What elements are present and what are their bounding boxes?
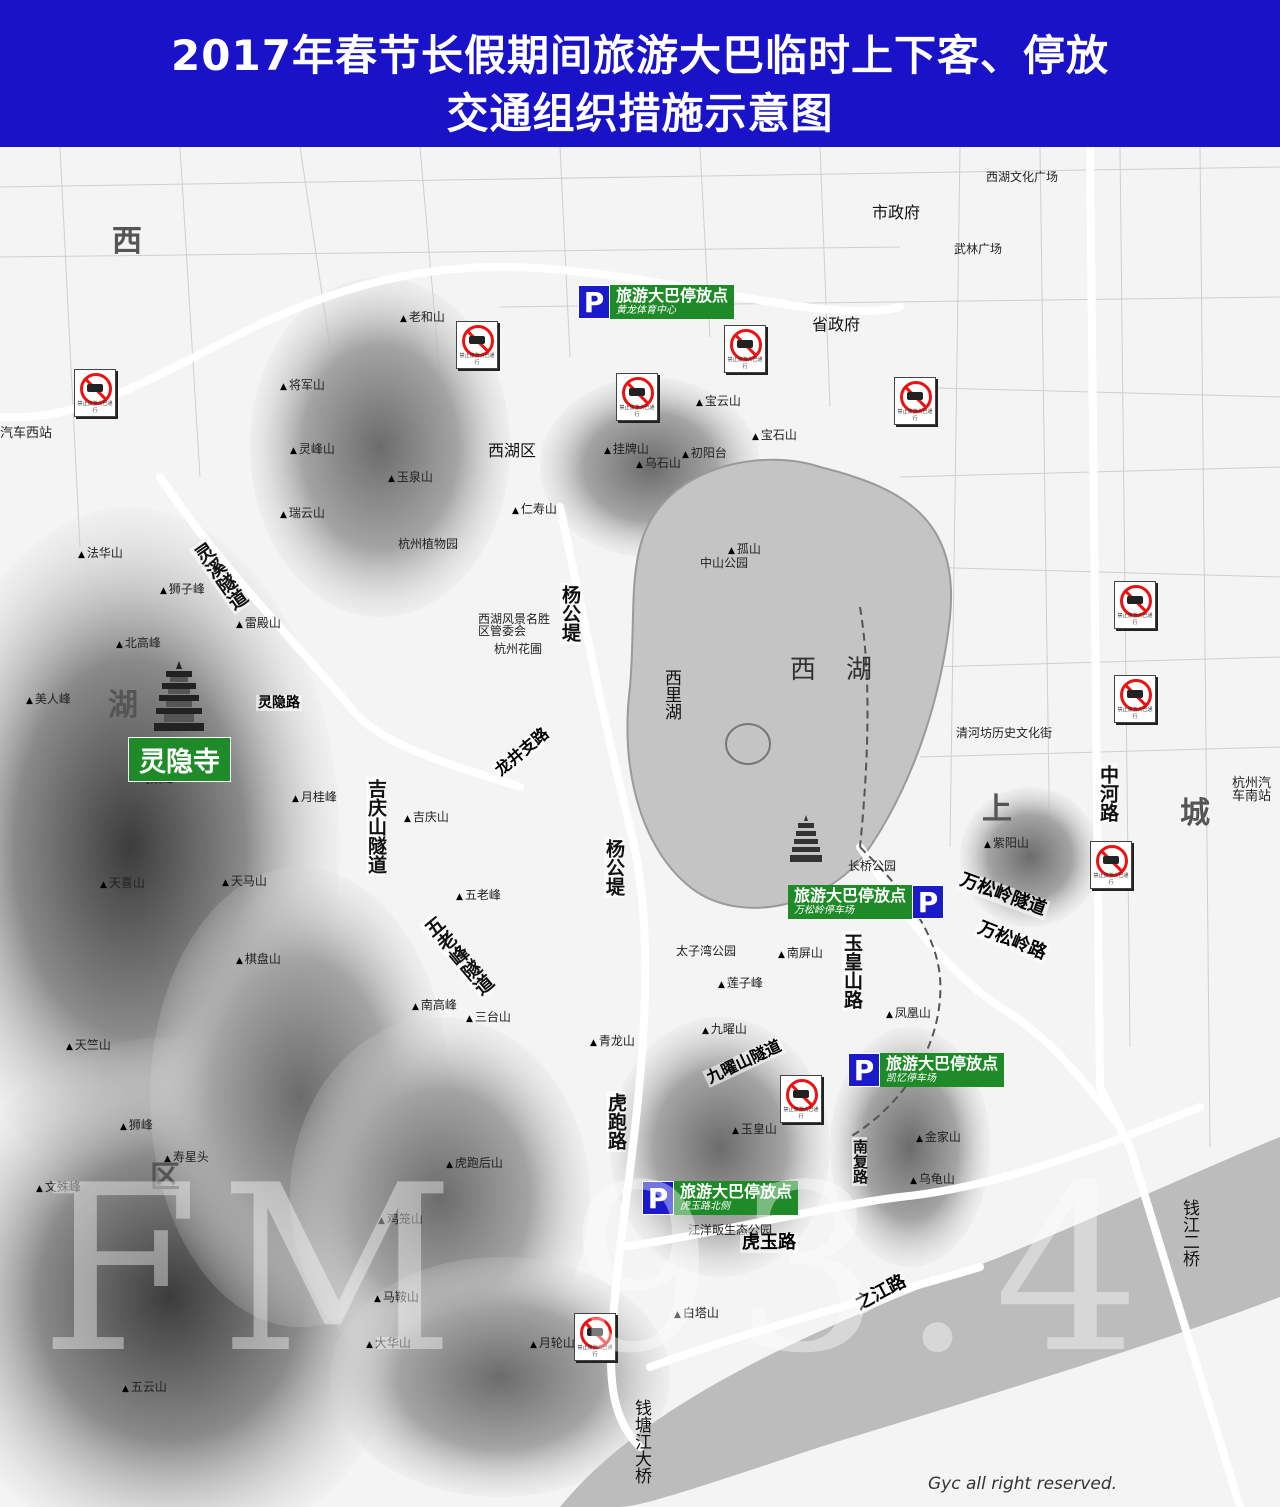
peak-label: 天竺山 (66, 1039, 111, 1052)
no-tour-bus-sign[interactable]: 禁止旅游大巴通行 (780, 1075, 822, 1123)
parking-title: 旅游大巴停放点 (886, 1054, 999, 1074)
parking-location: 凯忆停车场 (886, 1072, 936, 1084)
peak-label: 棋盘山 (236, 953, 281, 966)
peak-label: 初阳台 (682, 447, 727, 460)
no-tour-bus-sign[interactable]: 禁止旅游大巴通行 (74, 369, 116, 417)
pagoda-icon (154, 661, 204, 731)
peak-label: 仁寿山 (512, 503, 557, 516)
district-label-cheng: 城 (1180, 796, 1210, 831)
road-yanggong-causeway-south: 杨公堤 (603, 837, 625, 898)
peak-label: 南高峰 (412, 999, 457, 1012)
parking-icon: P (912, 885, 945, 919)
peak-label: 莲子峰 (718, 977, 763, 990)
road-jiqingshan-tunnel: 吉庆山隧道 (365, 777, 387, 876)
place-qinghefang: 清河坊历史文化街 (956, 726, 1053, 740)
place-city-government: 市政府 (872, 203, 921, 222)
peak-label: 五老峰 (456, 889, 501, 902)
place-changqiao-park: 长桥公园 (848, 859, 897, 873)
place-qianjiang-bridge-2: 钱江二桥 (1179, 1199, 1199, 1267)
parking-title: 旅游大巴停放点 (794, 886, 907, 906)
peak-label: 美人峰 (26, 693, 71, 706)
lingyin-temple-label[interactable]: 灵隐寺 (128, 737, 231, 782)
place-scenic-admin: 西湖风景名胜区管委会 (478, 612, 551, 638)
parking-icon: P (578, 285, 610, 319)
peak-label: 三台山 (466, 1011, 511, 1024)
place-xihu-district: 西湖区 (488, 441, 537, 460)
place-provincial-government: 省政府 (812, 315, 861, 334)
parking-title: 旅游大巴停放点 (616, 286, 729, 306)
place-qiantang-bridge: 钱塘江大桥 (631, 1399, 651, 1484)
peak-label: 月桂峰 (292, 791, 337, 804)
parking-location: 万松岭停车场 (794, 904, 854, 916)
peak-label: 灵峰山 (290, 443, 335, 456)
peak-label: 雷殿山 (236, 617, 281, 630)
district-label-hu: 湖 (108, 688, 138, 723)
peak-label: 玉泉山 (388, 471, 433, 484)
peak-label: 孤山 (728, 543, 761, 556)
leifeng-pagoda-icon (790, 815, 822, 862)
no-tour-bus-sign[interactable]: 禁止旅游大巴通行 (894, 377, 936, 425)
parking-icon: P (848, 1053, 880, 1087)
no-tour-bus-sign[interactable]: 禁止旅游大巴通行 (616, 373, 658, 421)
map-title-line-1: 2017年春节长假期间旅游大巴临时上下客、停放 (171, 31, 1109, 80)
peak-label: 挂牌山 (604, 443, 649, 456)
peak-label: 宝云山 (696, 395, 741, 408)
peak-label: 青龙山 (590, 1035, 635, 1048)
lake-label-west-lake: 西湖 (790, 655, 903, 685)
parking-area-huanglong[interactable]: P 旅游大巴停放点 黄龙体育中心 (578, 285, 735, 319)
no-tour-bus-sign[interactable]: 禁止旅游大巴通行 (1114, 581, 1156, 629)
road-yuhuangshan: 玉皇山路 (841, 931, 863, 1011)
peak-label: 将军山 (280, 379, 325, 392)
road-lingyin: 灵隐路 (256, 695, 302, 711)
map-canvas[interactable]: 西 湖 区 上 城 西湖区 市政府 省政府 杭州植物园 西湖风景名胜区管委会 杭… (0, 147, 1280, 1507)
map-title-line-2: 交通组织措施示意图 (446, 89, 834, 138)
place-south-station: 杭州汽车南站 (1232, 776, 1272, 804)
peak-label: 天喜山 (100, 877, 145, 890)
map-page: 2017年春节长假期间旅游大巴临时上下客、停放 交通组织措施示意图 西 湖 区 … (0, 0, 1280, 1507)
peak-label: 法华山 (78, 547, 123, 560)
place-wulin-square: 武林广场 (954, 242, 1003, 256)
peak-label: 宝石山 (752, 429, 797, 442)
peak-label: 紫阳山 (984, 837, 1029, 850)
parking-location: 黄龙体育中心 (616, 304, 676, 316)
peak-label: 九曜山 (702, 1023, 747, 1036)
watermark: FM 93.4 (40, 1137, 1161, 1404)
road-zhonghe: 中河路 (1097, 763, 1119, 824)
place-hangzhou-garden: 杭州花圃 (494, 642, 543, 656)
no-tour-bus-sign[interactable]: 禁止旅游大巴通行 (456, 321, 498, 369)
peak-label: 吉庆山 (404, 811, 449, 824)
road-yanggong-causeway-north: 杨公堤 (559, 583, 581, 644)
district-label-shang: 上 (982, 792, 1012, 827)
peak-label: 乌石山 (636, 457, 681, 470)
place-botanical-garden: 杭州植物园 (398, 537, 459, 551)
place-zhongshan-park: 中山公园 (700, 556, 749, 570)
peak-label: 天马山 (222, 875, 267, 888)
peak-label: 狮峰 (120, 1119, 153, 1132)
peak-label: 老和山 (400, 311, 445, 324)
district-label-xi: 西 (112, 224, 142, 259)
parking-area-wansongling[interactable]: P 旅游大巴停放点 万松岭停车场 (788, 885, 945, 919)
place-west-culture-square: 西湖文化广场 (986, 170, 1059, 184)
place-taiziwan-park: 太子湾公园 (676, 944, 737, 958)
peak-label: 凤凰山 (886, 1007, 931, 1020)
title-banner: 2017年春节长假期间旅游大巴临时上下客、停放 交通组织措施示意图 (0, 0, 1280, 147)
peak-label: 狮子峰 (160, 583, 205, 596)
no-tour-bus-sign[interactable]: 禁止旅游大巴通行 (1090, 841, 1132, 889)
parking-area-kaiyi[interactable]: P 旅游大巴停放点 凯忆停车场 (848, 1053, 1005, 1087)
no-tour-bus-sign[interactable]: 禁止旅游大巴通行 (1114, 675, 1156, 723)
place-west-station: 汽车西站 (0, 426, 53, 441)
peak-label: 玉皇山 (732, 1123, 777, 1136)
peak-label: 北高峰 (116, 637, 161, 650)
no-tour-bus-sign[interactable]: 禁止旅游大巴通行 (724, 325, 766, 373)
peak-label: 瑞云山 (280, 507, 325, 520)
copyright-credit: Gyc all right reserved. (928, 1474, 1118, 1494)
peak-label: 南屏山 (778, 947, 823, 960)
lake-label-xili: 西里湖 (661, 669, 681, 720)
